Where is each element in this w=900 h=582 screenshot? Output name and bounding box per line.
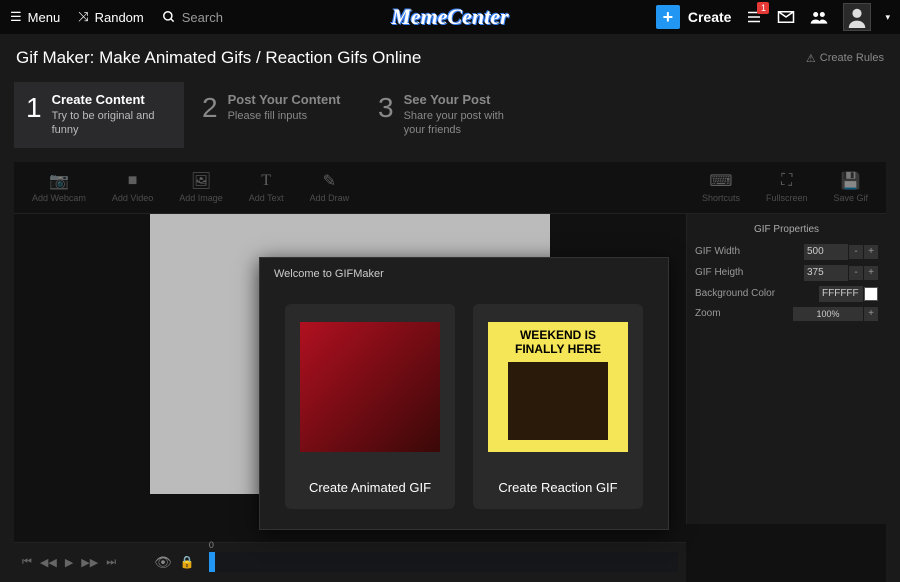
plus-icon: +: [656, 5, 680, 29]
mail-icon: [777, 10, 795, 24]
skip-end-icon[interactable]: ⏭: [106, 556, 116, 569]
add-image-tool[interactable]: 🖼Add Image: [171, 168, 231, 207]
create-button[interactable]: + Create: [656, 5, 732, 29]
bg-label: Background Color: [695, 288, 775, 299]
zoom-plus[interactable]: +: [864, 307, 878, 321]
skip-start-icon[interactable]: ⏮: [22, 556, 32, 569]
reaction-thumb: WEEKEND IS FINALLY HERE: [488, 322, 628, 452]
height-plus[interactable]: +: [864, 266, 878, 280]
reaction-caption-2: FINALLY HERE: [515, 342, 601, 356]
editor-panel: 📷Add Webcam ■Add Video 🖼Add Image TAdd T…: [14, 162, 886, 582]
messages-button[interactable]: [777, 10, 795, 24]
step-title: See Your Post: [404, 92, 524, 107]
friends-button[interactable]: [809, 10, 829, 24]
prev-frame-icon[interactable]: ◀◀: [40, 556, 57, 569]
add-text-tool[interactable]: TAdd Text: [241, 168, 292, 207]
height-minus[interactable]: -: [849, 266, 863, 280]
video-icon: ■: [123, 172, 143, 190]
create-label: Create: [688, 9, 732, 25]
reaction-caption-1: WEEKEND IS: [520, 328, 596, 342]
modal-title: Welcome to GIFMaker: [260, 258, 668, 290]
create-animated-gif-card[interactable]: Create Animated GIF: [285, 304, 455, 509]
shortcuts-tool[interactable]: ⌨Shortcuts: [694, 168, 748, 207]
search-icon: [162, 10, 176, 24]
warning-icon: ⚠: [806, 52, 816, 65]
save-gif-tool[interactable]: 💾Save Gif: [825, 168, 876, 207]
avatar-dropdown-icon[interactable]: ▾: [885, 12, 890, 23]
width-input[interactable]: [804, 244, 848, 260]
fullscreen-tool[interactable]: ⛶Fullscreen: [758, 168, 816, 207]
save-icon: 💾: [841, 172, 861, 190]
site-logo[interactable]: MemeCenter: [391, 4, 508, 30]
random-button[interactable]: ⤨ Random: [78, 9, 144, 25]
width-label: GIF Width: [695, 246, 740, 257]
play-icon[interactable]: ▶: [65, 556, 73, 569]
properties-panel: GIF Properties GIF Width - + GIF Heigth …: [686, 214, 886, 524]
animated-thumb: [300, 322, 440, 452]
shuffle-icon: ⤨: [78, 9, 88, 25]
height-label: GIF Heigth: [695, 267, 743, 278]
step-title: Post Your Content: [228, 92, 341, 107]
image-icon: 🖼: [191, 172, 211, 190]
height-input[interactable]: [804, 265, 848, 281]
menu-label: Menu: [28, 10, 61, 25]
add-draw-tool[interactable]: ✎Add Draw: [302, 168, 358, 207]
rules-label: Create Rules: [820, 52, 884, 64]
step-3[interactable]: 3 See Your Post Share your post with you…: [366, 82, 536, 148]
add-video-tool[interactable]: ■Add Video: [104, 168, 161, 207]
step-number: 3: [378, 92, 394, 138]
notification-badge: 1: [757, 2, 769, 14]
step-subtitle: Share your post with your friends: [404, 109, 524, 138]
zoom-slider[interactable]: 100%: [793, 307, 863, 321]
search-label: Search: [182, 10, 223, 25]
camera-icon: 📷: [49, 172, 69, 190]
bg-color-input[interactable]: [819, 286, 863, 302]
animated-label: Create Animated GIF: [297, 480, 443, 495]
step-1[interactable]: 1 Create Content Try to be original and …: [14, 82, 184, 148]
step-2[interactable]: 2 Post Your Content Please fill inputs: [190, 82, 360, 148]
reaction-label: Create Reaction GIF: [485, 480, 631, 495]
playhead[interactable]: [209, 552, 215, 572]
width-plus[interactable]: +: [864, 245, 878, 259]
step-subtitle: Please fill inputs: [228, 109, 341, 123]
editor-toolbar: 📷Add Webcam ■Add Video 🖼Add Image TAdd T…: [14, 162, 886, 214]
brush-icon: ✎: [319, 172, 339, 190]
search-button[interactable]: Search: [162, 10, 223, 25]
people-icon: [809, 10, 829, 24]
reaction-inner-image: [508, 362, 608, 440]
page-title: Gif Maker: Make Animated Gifs / Reaction…: [16, 48, 421, 68]
panel-title: GIF Properties: [695, 220, 878, 239]
random-label: Random: [95, 10, 144, 25]
timeline-controls: ⏮ ◀◀ ▶ ▶▶ ⏭ 👁 🔒 0: [14, 542, 686, 582]
keyboard-icon: ⌨: [711, 172, 731, 190]
visibility-icon[interactable]: 👁: [154, 554, 172, 571]
step-number: 1: [26, 92, 42, 138]
text-icon: T: [256, 172, 276, 190]
timeline-track[interactable]: 0: [209, 552, 678, 572]
add-webcam-tool[interactable]: 📷Add Webcam: [24, 168, 94, 207]
user-avatar[interactable]: [843, 3, 871, 31]
step-number: 2: [202, 92, 218, 138]
step-subtitle: Try to be original and funny: [52, 109, 172, 138]
next-frame-icon[interactable]: ▶▶: [81, 556, 98, 569]
create-rules-link[interactable]: ⚠ Create Rules: [806, 52, 884, 65]
notifications-button[interactable]: 1: [745, 8, 763, 26]
width-minus[interactable]: -: [849, 245, 863, 259]
zoom-label: Zoom: [695, 308, 721, 319]
expand-icon: ⛶: [777, 172, 797, 190]
page-header: Gif Maker: Make Animated Gifs / Reaction…: [0, 34, 900, 82]
wizard-steps: 1 Create Content Try to be original and …: [0, 82, 900, 148]
lock-icon[interactable]: 🔒: [180, 555, 195, 569]
welcome-modal: Welcome to GIFMaker Create Animated GIF …: [259, 257, 669, 530]
top-nav: ☰ Menu ⤨ Random Search MemeCenter + Crea…: [0, 0, 900, 34]
bg-color-swatch[interactable]: [864, 287, 878, 301]
create-reaction-gif-card[interactable]: WEEKEND IS FINALLY HERE Create Reaction …: [473, 304, 643, 509]
menu-button[interactable]: ☰ Menu: [10, 9, 60, 25]
timeline-start-label: 0: [209, 540, 214, 550]
hamburger-icon: ☰: [10, 9, 22, 25]
step-title: Create Content: [52, 92, 172, 107]
avatar-icon: [846, 6, 868, 28]
